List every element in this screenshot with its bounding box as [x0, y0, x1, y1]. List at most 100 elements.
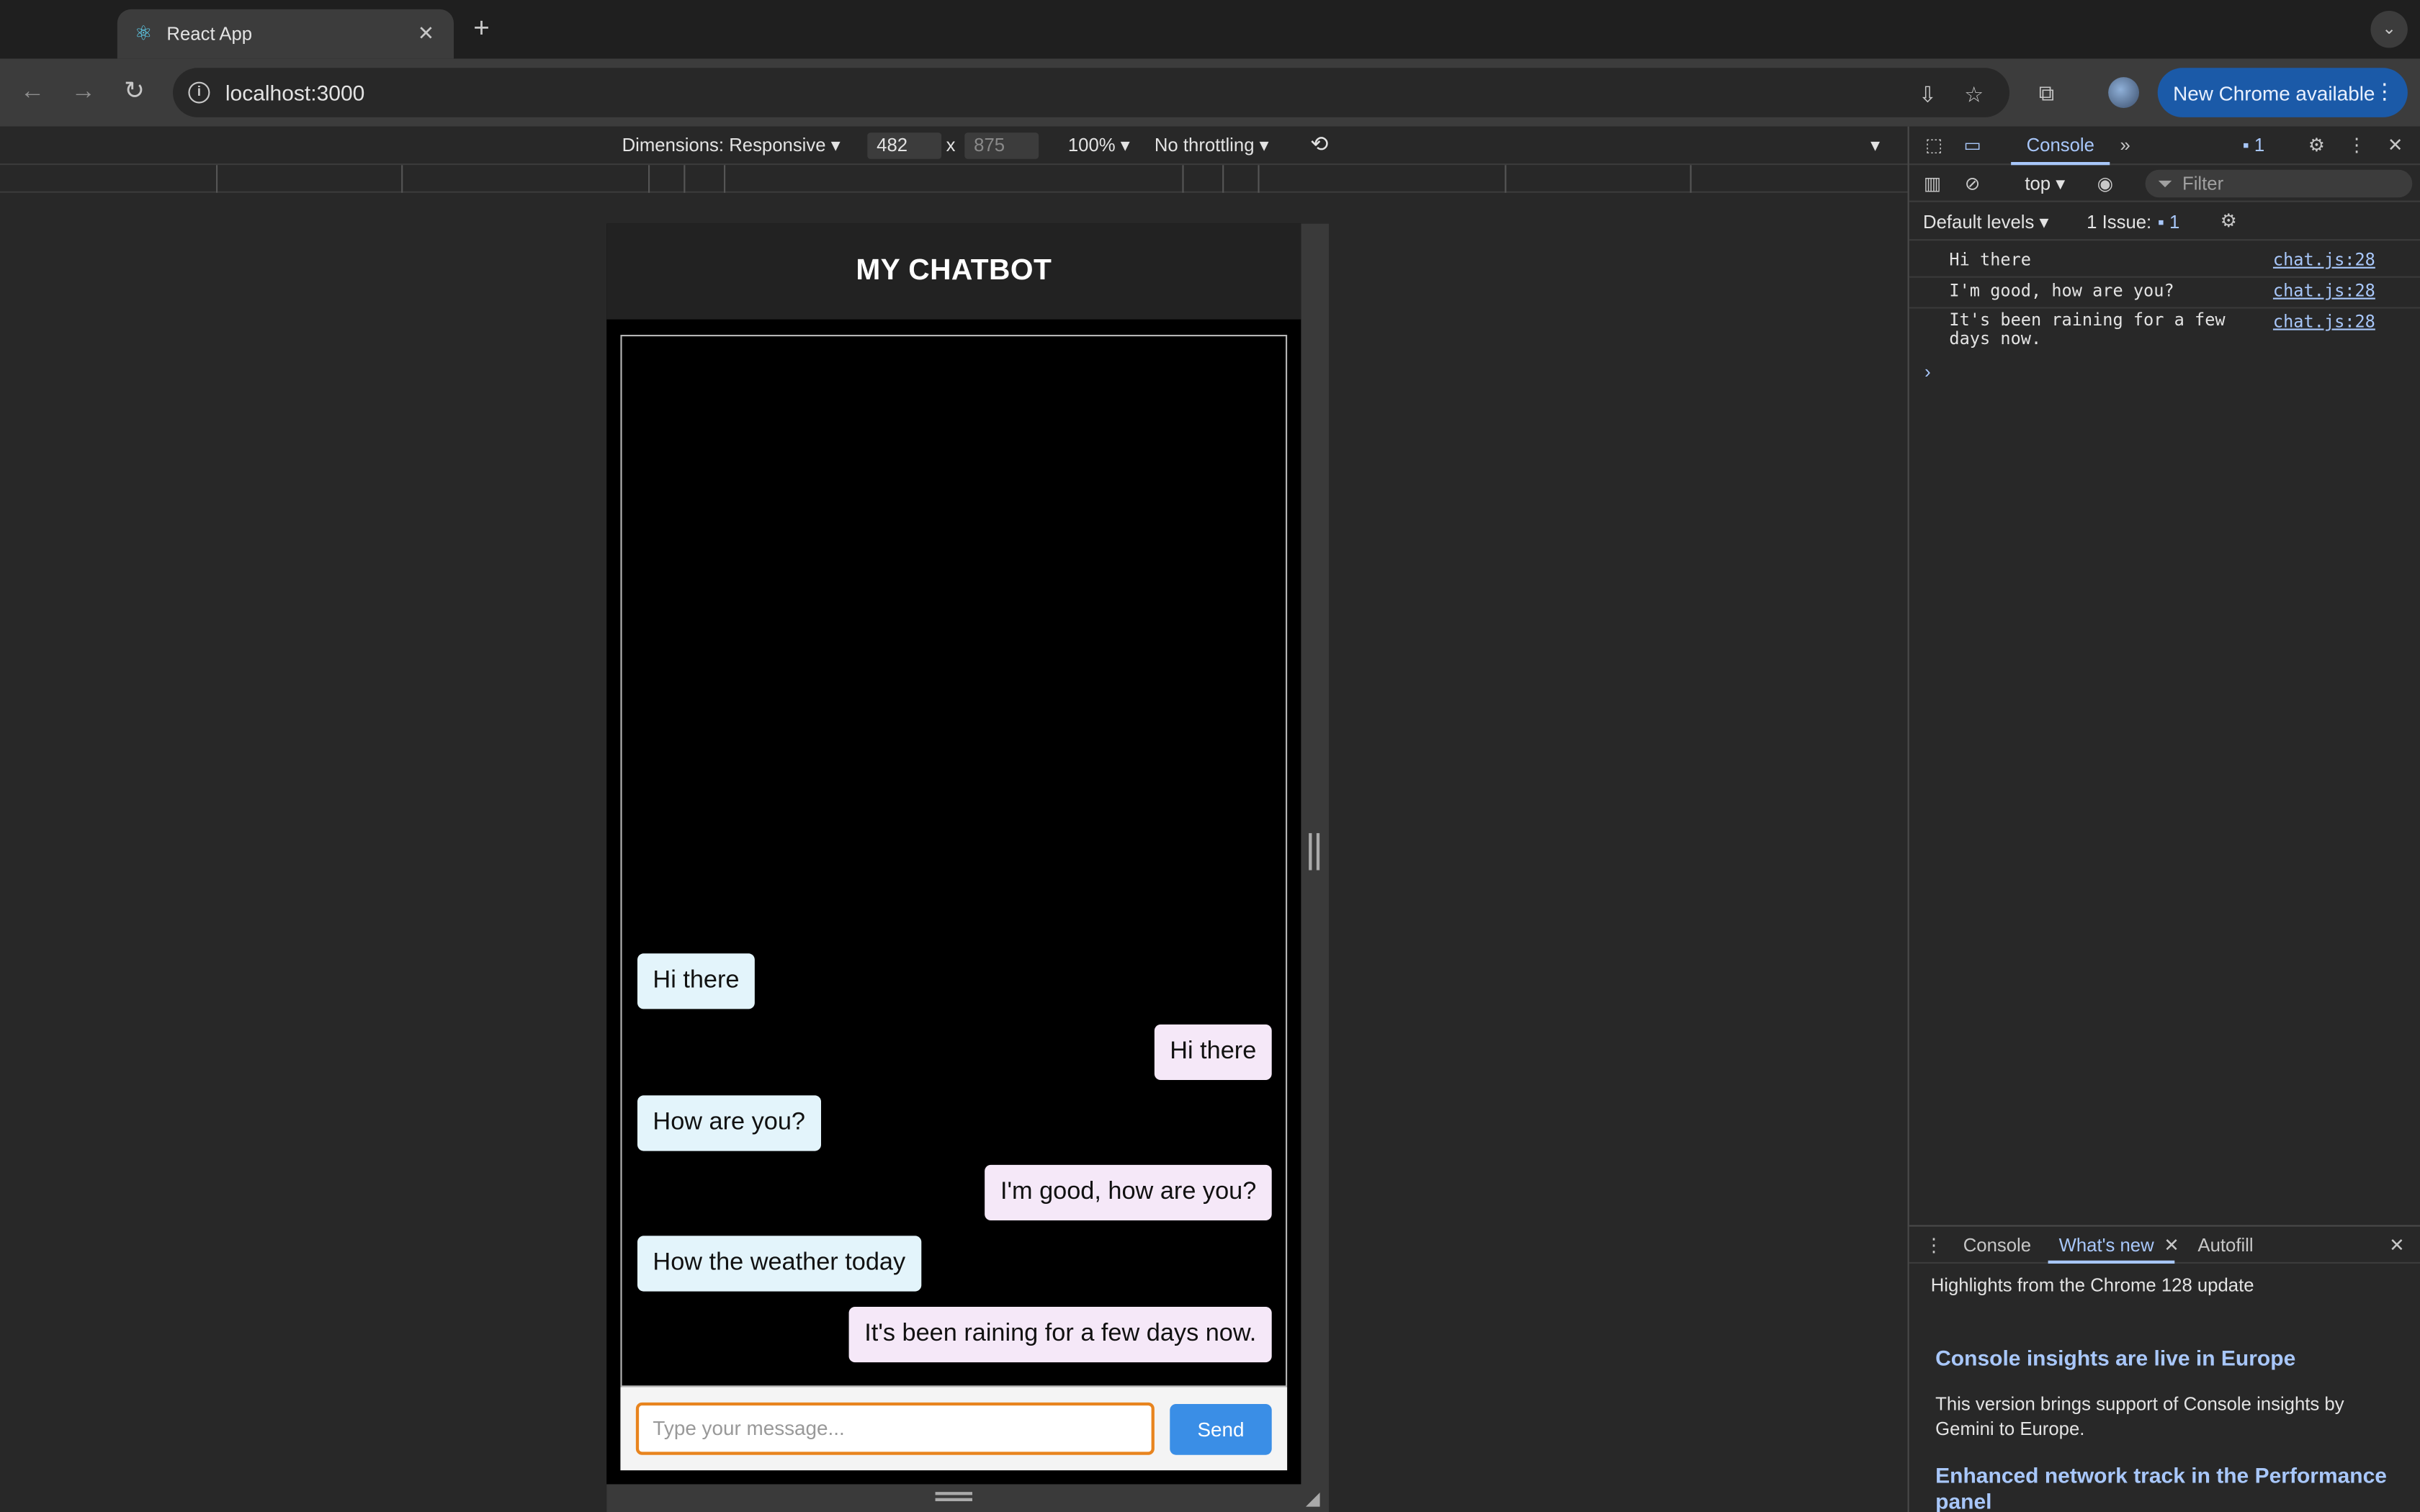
- devtools-panel: ⬚ ▭ Console » ▪ 1 ⚙ ⋮ ✕ ▥ ⊘ top ▾ ◉ ⏷ Fi…: [1907, 126, 2420, 1512]
- clear-console-icon[interactable]: ⊘: [1960, 171, 1984, 196]
- back-button[interactable]: ←: [15, 76, 49, 109]
- drawer-tab-autofill[interactable]: Autofill: [2197, 1234, 2253, 1256]
- browser-tab[interactable]: ⚛ React App ✕: [117, 9, 454, 59]
- gear-icon[interactable]: ⚙: [2304, 132, 2329, 157]
- sidebar-toggle-icon[interactable]: ▥: [1920, 171, 1945, 196]
- levels-dropdown[interactable]: Default levels ▾: [1923, 212, 2048, 233]
- chat-input-bar: Type your message... Send: [620, 1387, 1288, 1471]
- avatar[interactable]: [2108, 77, 2139, 108]
- corner-resize-icon[interactable]: ◢: [1306, 1488, 1320, 1509]
- send-button[interactable]: Send: [1170, 1403, 1272, 1455]
- whats-new-heading[interactable]: Console insights are live in Europe: [1935, 1346, 2398, 1372]
- more-tabs-icon[interactable]: »: [2113, 132, 2138, 157]
- ruler-tick: [1690, 165, 1692, 193]
- context-label: top: [2025, 173, 2051, 194]
- console-log-line: I'm good, how are you? chat.js:28: [1909, 281, 2420, 309]
- ruler-tick: [1182, 165, 1184, 193]
- tab-search-button[interactable]: ⌄: [2370, 11, 2408, 48]
- device-viewport: MY CHATBOT Hi there Hi there How are you…: [606, 223, 1301, 1512]
- bottom-resize-handle[interactable]: [935, 1492, 972, 1501]
- drawer-more-icon[interactable]: ⋮: [1924, 1234, 1943, 1256]
- dimensions-label: Dimensions: Responsive: [622, 134, 826, 156]
- user-message: It's been raining for a few days now.: [848, 1307, 1272, 1363]
- issues-badge[interactable]: ▪ 1: [2243, 134, 2265, 156]
- bot-message: How are you?: [637, 1095, 821, 1151]
- install-app-icon[interactable]: ⇩: [1914, 80, 1942, 108]
- close-icon[interactable]: ✕: [2383, 132, 2408, 157]
- height-input[interactable]: 875: [964, 132, 1039, 159]
- address-bar[interactable]: i localhost:3000 ⇩ ☆: [173, 68, 2009, 117]
- ruler-tick: [684, 165, 686, 193]
- devtools-tabbar: ⬚ ▭ Console » ▪ 1 ⚙ ⋮ ✕: [1909, 127, 2420, 166]
- url-text: localhost:3000: [225, 80, 365, 105]
- filter-placeholder: Filter: [2182, 173, 2224, 194]
- forward-button[interactable]: →: [66, 76, 100, 109]
- issues-badge-count: 1: [2254, 134, 2265, 156]
- more-vert-icon[interactable]: ⋮: [2344, 132, 2369, 157]
- ruler-tick: [1222, 165, 1224, 193]
- device-toolbar-more-icon[interactable]: ▾: [1870, 134, 1880, 156]
- width-input[interactable]: 482: [867, 132, 942, 159]
- context-selector[interactable]: top ▾: [2014, 171, 2076, 196]
- media-query-ruler[interactable]: [0, 165, 1908, 193]
- eye-icon[interactable]: ◉: [2093, 171, 2118, 196]
- levels-label: Default levels: [1923, 211, 2035, 233]
- console-log-line: It's been raining for a few days now. ch…: [1909, 310, 2420, 355]
- more-vert-icon[interactable]: ⋮: [2374, 78, 2396, 104]
- bot-message: How the weather today: [637, 1236, 921, 1292]
- active-tab-indicator: [2048, 1260, 2175, 1264]
- ruler-tick: [648, 165, 650, 193]
- drawer-tab-whats-new[interactable]: What's new: [2059, 1234, 2154, 1256]
- console-settings-icon[interactable]: ⚙: [2216, 208, 2241, 233]
- update-button-label: New Chrome available: [2173, 81, 2375, 104]
- resize-handle[interactable]: [1309, 833, 1320, 870]
- log-text: Hi there: [1949, 250, 2031, 270]
- new-chrome-available-button[interactable]: New Chrome available ⋮: [2157, 68, 2408, 117]
- filter-icon: ⏷: [2157, 173, 2173, 194]
- info-icon[interactable]: i: [188, 81, 210, 104]
- message-input[interactable]: Type your message...: [635, 1402, 1155, 1455]
- whats-new-heading[interactable]: Enhanced network track in the Performanc…: [1935, 1462, 2398, 1512]
- drawer-tab-console[interactable]: Console: [1963, 1234, 2031, 1256]
- issues-label[interactable]: 1 Issue:: [2087, 212, 2151, 233]
- throttling-dropdown[interactable]: No throttling ▾: [1155, 134, 1269, 156]
- star-icon[interactable]: ☆: [1960, 80, 1988, 108]
- chat-window[interactable]: Hi there Hi there How are you? I'm good,…: [620, 335, 1288, 1387]
- console-log-line: Hi there chat.js:28: [1909, 250, 2420, 278]
- close-icon[interactable]: ✕: [413, 22, 438, 46]
- zoom-label: 100%: [1067, 134, 1116, 156]
- tab-strip: ⚛ React App ✕ + ⌄: [0, 0, 2420, 59]
- reload-button[interactable]: ↻: [117, 76, 151, 109]
- issues-count-value: 1: [2169, 211, 2180, 233]
- console-prompt-icon[interactable]: ›: [1924, 361, 1931, 382]
- filter-input[interactable]: ⏷ Filter: [2145, 169, 2413, 198]
- rotate-icon[interactable]: ⟲: [1310, 131, 1328, 157]
- device-toolbar: Dimensions: Responsive ▾ 482 x 875 100% …: [0, 126, 1908, 166]
- close-drawer-icon[interactable]: ✕: [2389, 1234, 2405, 1256]
- inspect-element-icon[interactable]: ⬚: [1922, 132, 1946, 157]
- extensions-icon[interactable]: ⧉: [2033, 78, 2061, 107]
- log-source-link[interactable]: chat.js:28: [2273, 250, 2375, 270]
- throttling-label: No throttling: [1154, 134, 1255, 156]
- console-toolbar: ▥ ⊘ top ▾ ◉ ⏷ Filter: [1909, 165, 2420, 202]
- drawer-tabbar: ⋮ Console What's new ✕ Autofill ✕: [1909, 1227, 2420, 1264]
- issues-count[interactable]: ▪ 1: [2158, 212, 2180, 233]
- chat-title: MY CHATBOT: [856, 254, 1052, 287]
- log-source-link[interactable]: chat.js:28: [2273, 312, 2375, 332]
- ruler-tick: [216, 165, 218, 193]
- close-icon[interactable]: ✕: [2164, 1234, 2179, 1256]
- new-tab-button[interactable]: +: [466, 12, 497, 43]
- dimensions-dropdown[interactable]: Dimensions: Responsive ▾: [622, 134, 841, 156]
- device-toggle-icon[interactable]: ▭: [1960, 132, 1984, 157]
- log-text: I'm good, how are you?: [1949, 281, 2174, 301]
- zoom-dropdown[interactable]: 100% ▾: [1068, 134, 1130, 156]
- ruler-tick: [723, 165, 726, 193]
- console-levels-bar: Default levels ▾ 1 Issue: ▪ 1 ⚙: [1909, 202, 2420, 241]
- log-text: It's been raining for a few days now.: [1949, 310, 2226, 349]
- whats-new-body: This version brings support of Console i…: [1935, 1392, 2344, 1440]
- log-source-link[interactable]: chat.js:28: [2273, 281, 2375, 301]
- tab-title: React App: [166, 23, 253, 45]
- tab-console[interactable]: Console: [2011, 127, 2110, 166]
- ruler-tick: [1258, 165, 1260, 193]
- browser-toolbar: ← → ↻ i localhost:3000 ⇩ ☆ ⧉ New Chrome …: [0, 58, 2420, 127]
